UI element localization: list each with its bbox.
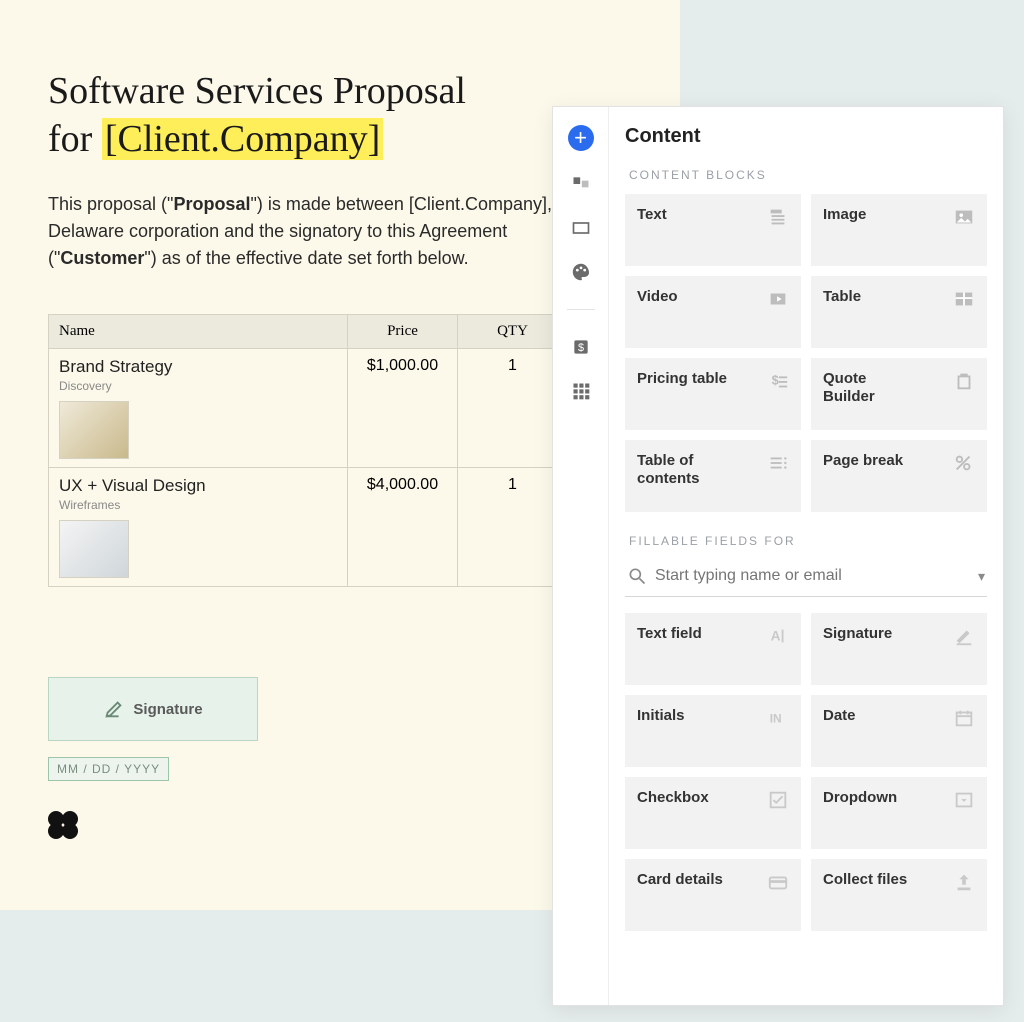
svg-text:$: $ — [577, 342, 583, 354]
content-panel: + $ Content CONTENT BLOCKS Text Image Vide… — [552, 106, 1004, 1006]
item-thumbnail — [59, 401, 129, 459]
block-label: Initials — [637, 707, 685, 725]
fillable-field-date[interactable]: Date — [811, 695, 987, 767]
pricing-icon: $ — [767, 370, 789, 392]
block-label: Signature — [823, 625, 892, 643]
content-block-table-of-contents[interactable]: Table of contents — [625, 440, 801, 512]
svg-text:IN: IN — [770, 712, 782, 726]
block-label: Text field — [637, 625, 702, 643]
dropdown-icon — [953, 789, 975, 811]
pagebreak-icon — [953, 452, 975, 474]
signature-label: Signature — [133, 701, 202, 718]
search-icon — [627, 566, 647, 586]
checkbox-icon — [767, 789, 789, 811]
block-label: Image — [823, 206, 866, 224]
recipient-search[interactable]: ▾ — [625, 560, 987, 597]
chevron-down-icon[interactable]: ▾ — [978, 568, 985, 585]
block-label: Text — [637, 206, 667, 224]
signature-icon — [953, 625, 975, 647]
item-sub: Discovery — [59, 379, 337, 393]
date-icon — [953, 707, 975, 729]
card-icon — [767, 871, 789, 893]
recipients-icon[interactable] — [570, 173, 592, 195]
block-label: Date — [823, 707, 856, 725]
svg-text:A: A — [771, 629, 781, 644]
content-block-pricing-table[interactable]: Pricing table $ — [625, 358, 801, 430]
col-price: Price — [348, 315, 458, 349]
text-icon — [767, 206, 789, 228]
content-block-video[interactable]: Video — [625, 276, 801, 348]
item-name: UX + Visual Design — [59, 476, 337, 496]
signature-field[interactable]: Signature — [48, 677, 258, 741]
item-sub: Wireframes — [59, 498, 337, 512]
fillable-field-collect-files[interactable]: Collect files — [811, 859, 987, 931]
apps-grid-icon[interactable] — [570, 380, 592, 402]
fillable-fields-label: FILLABLE FIELDS FOR — [629, 534, 987, 548]
col-qty: QTY — [458, 315, 568, 349]
panel-title: Content — [625, 125, 987, 148]
fillable-field-checkbox[interactable]: Checkbox — [625, 777, 801, 849]
item-qty: 1 — [458, 468, 568, 587]
block-label: Checkbox — [637, 789, 709, 807]
design-icon[interactable] — [570, 261, 592, 283]
block-label: Pricing table — [637, 370, 727, 388]
pricing-table[interactable]: Name Price QTY Brand Strategy Discovery … — [48, 314, 568, 587]
initials-icon: IN — [767, 707, 789, 729]
block-label: Card details — [637, 871, 723, 889]
table-row[interactable]: UX + Visual Design Wireframes $4,000.00 … — [49, 468, 568, 587]
item-price: $4,000.00 — [348, 468, 458, 587]
table-header-row: Name Price QTY — [49, 315, 568, 349]
block-label: Collect files — [823, 871, 907, 889]
block-label: Dropdown — [823, 789, 897, 807]
fillable-field-card-details[interactable]: Card details — [625, 859, 801, 931]
image-icon — [953, 206, 975, 228]
quote-icon — [953, 370, 975, 392]
toc-icon — [767, 452, 789, 474]
panel-rail: + $ — [553, 107, 609, 1005]
add-content-icon[interactable]: + — [568, 125, 594, 151]
content-block-page-break[interactable]: Page break — [811, 440, 987, 512]
title-line1: Software Services Proposal — [48, 70, 466, 112]
title-line2-prefix: for — [48, 118, 102, 160]
content-block-text[interactable]: Text — [625, 194, 801, 266]
item-name: Brand Strategy — [59, 357, 337, 377]
content-block-quote-builder[interactable]: Quote Builder — [811, 358, 987, 430]
fillable-field-text-field[interactable]: Text field A — [625, 613, 801, 685]
block-label: Video — [637, 288, 678, 306]
video-icon — [767, 288, 789, 310]
block-label: Table of contents — [637, 452, 732, 488]
content-blocks-grid: Text Image Video Table Pricing table $ Quote B… — [625, 194, 987, 512]
block-label: Quote Builder — [823, 370, 918, 406]
table-row[interactable]: Brand Strategy Discovery $1,000.00 1 — [49, 349, 568, 468]
item-thumbnail — [59, 520, 129, 578]
variables-icon[interactable] — [570, 217, 592, 239]
brand-logo-icon — [48, 811, 84, 839]
item-qty: 1 — [458, 349, 568, 468]
content-block-table[interactable]: Table — [811, 276, 987, 348]
fillable-fields-grid: Text field A Signature Initials IN Date Checkb… — [625, 613, 987, 931]
block-label: Table — [823, 288, 861, 306]
fillable-field-initials[interactable]: Initials IN — [625, 695, 801, 767]
date-field[interactable]: MM / DD / YYYY — [48, 757, 169, 781]
upload-icon — [953, 871, 975, 893]
recipient-search-input[interactable] — [655, 567, 970, 585]
svg-text:$: $ — [772, 373, 779, 388]
pricing-icon[interactable]: $ — [570, 336, 592, 358]
document-intro: This proposal ("Proposal") is made betwe… — [48, 191, 608, 272]
item-price: $1,000.00 — [348, 349, 458, 468]
content-blocks-label: CONTENT BLOCKS — [629, 168, 987, 182]
signature-icon — [103, 698, 125, 720]
block-label: Page break — [823, 452, 903, 470]
fillable-field-signature[interactable]: Signature — [811, 613, 987, 685]
fillable-field-dropdown[interactable]: Dropdown — [811, 777, 987, 849]
document-title: Software Services Proposal for [Client.C… — [48, 68, 632, 163]
content-block-image[interactable]: Image — [811, 194, 987, 266]
table-icon — [953, 288, 975, 310]
title-merge-token[interactable]: [Client.Company] — [102, 118, 383, 160]
col-name: Name — [49, 315, 348, 349]
textfield-icon: A — [767, 625, 789, 647]
